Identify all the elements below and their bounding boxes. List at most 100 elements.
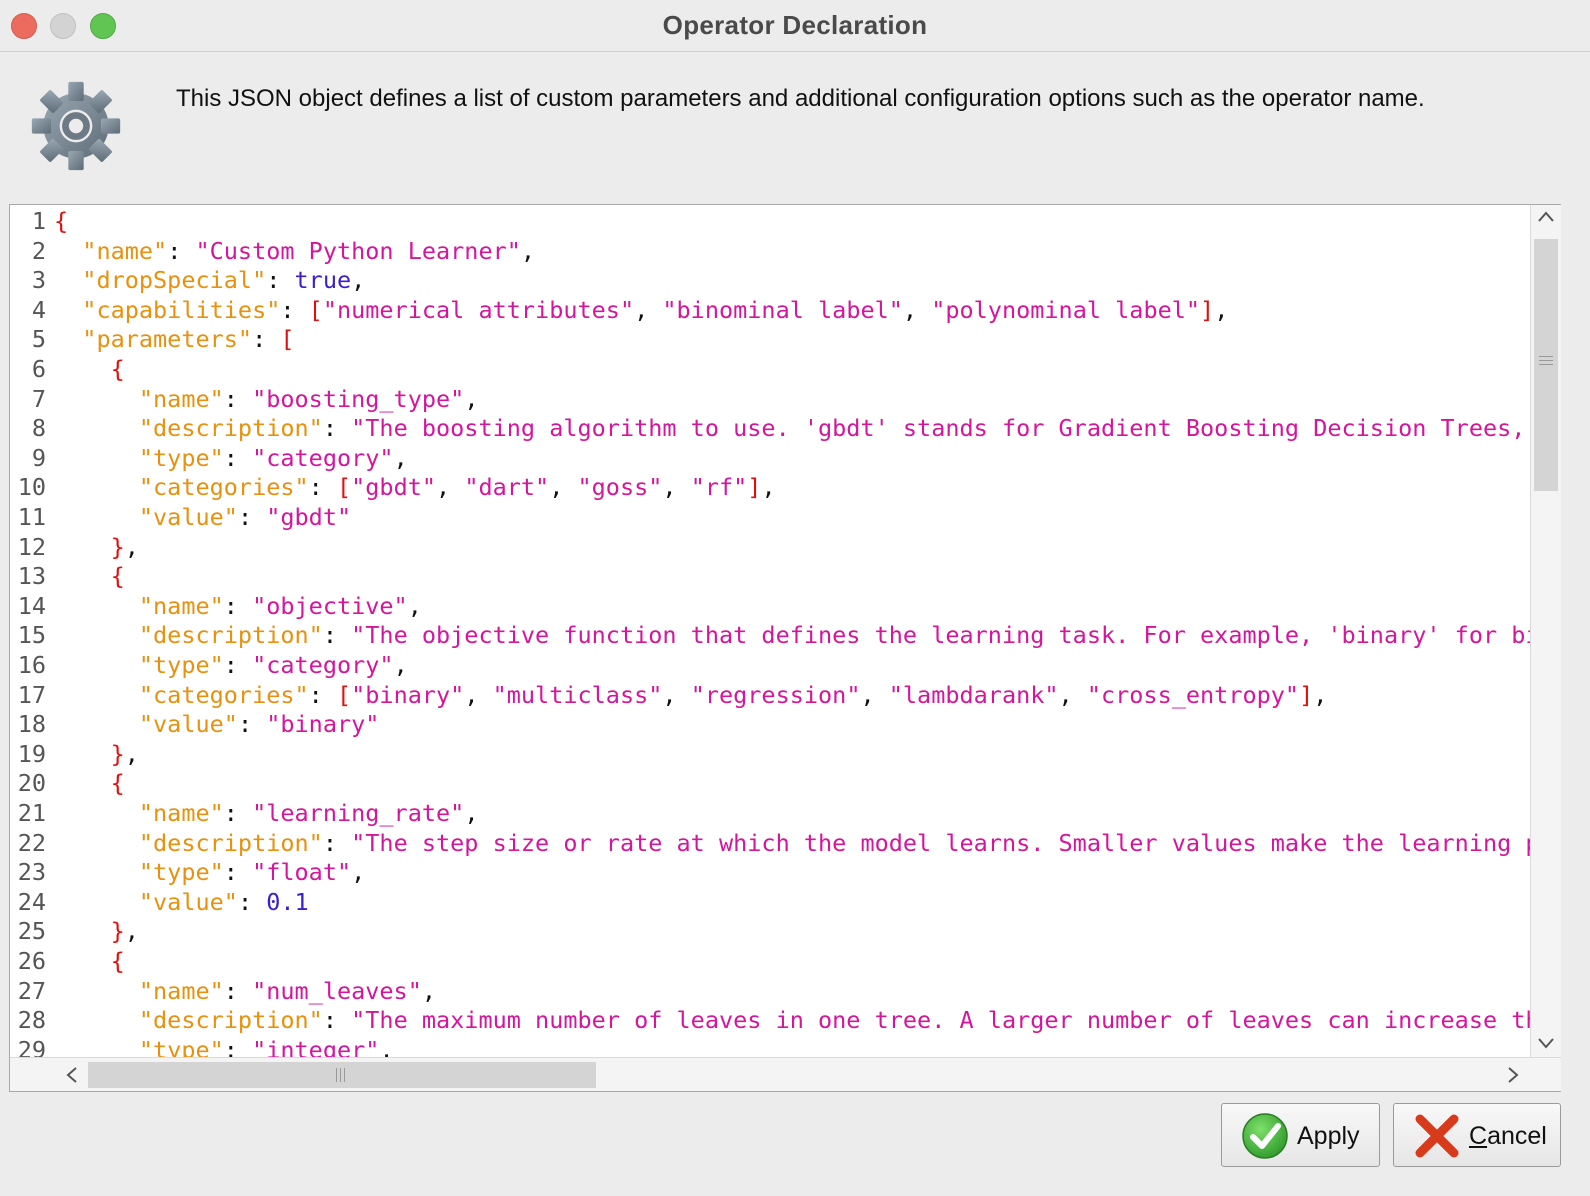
code-line[interactable]: 21 "name": "learning_rate", <box>10 798 1530 828</box>
scroll-right-icon[interactable] <box>1503 1065 1523 1091</box>
code-line[interactable]: 27 "name": "num_leaves", <box>10 976 1530 1006</box>
vertical-scroll-thumb[interactable] <box>1534 239 1558 491</box>
scroll-left-icon[interactable] <box>62 1065 82 1091</box>
close-window-button[interactable] <box>11 13 37 39</box>
line-number: 17 <box>17 680 46 709</box>
code-token: "description" <box>138 1006 323 1035</box>
code-token: , <box>634 295 663 324</box>
code-line[interactable]: 10 "categories": ["gbdt", "dart", "goss"… <box>10 472 1530 502</box>
line-number: 18 <box>17 710 46 739</box>
code-line[interactable]: 12 }, <box>10 532 1530 562</box>
code-text: { <box>54 768 125 798</box>
code-token: "Custom Python Learner" <box>195 236 521 265</box>
line-number: 28 <box>17 1006 46 1035</box>
line-number: 2 <box>31 236 46 265</box>
code-token: , <box>124 917 139 946</box>
code-token: } <box>110 917 125 946</box>
checkmark-icon <box>1242 1113 1288 1159</box>
code-token: "lambdarank" <box>888 680 1059 709</box>
horizontal-scrollbar[interactable] <box>10 1057 1561 1091</box>
code-line[interactable]: 5 "parameters": [ <box>10 324 1530 354</box>
code-token: : <box>223 384 253 413</box>
code-token: , <box>464 680 493 709</box>
code-line[interactable]: 16 "type": "category", <box>10 650 1530 680</box>
line-number: 16 <box>17 651 46 679</box>
code-text: "parameters": [ <box>54 324 295 354</box>
code-token: , <box>351 266 366 295</box>
code-token: "boosting_type" <box>252 384 465 413</box>
code-token: : <box>237 887 267 916</box>
code-line[interactable]: 15 "description": "The objective functio… <box>10 620 1530 650</box>
code-area[interactable]: 1{2 "name": "Custom Python Learner", 3 "d… <box>10 205 1530 1057</box>
code-line[interactable]: 11 "value": "gbdt" <box>10 502 1530 532</box>
code-line[interactable]: 8 "description": "The boosting algorithm… <box>10 413 1530 443</box>
code-line[interactable]: 6 { <box>10 354 1530 384</box>
code-line[interactable]: 3 "dropSpecial": true, <box>10 265 1530 295</box>
code-text: "capabilities": ["numerical attributes",… <box>54 295 1228 325</box>
code-token: [ <box>336 473 352 502</box>
horizontal-scroll-thumb[interactable] <box>88 1062 596 1088</box>
line-number: 22 <box>17 828 46 857</box>
code-token: : <box>223 976 253 1005</box>
code-token: : <box>308 473 337 502</box>
code-token: : <box>280 295 309 324</box>
code-text: "description": "The maximum number of le… <box>54 1005 1530 1035</box>
code-token: "description" <box>138 414 323 443</box>
code-token: "numerical attributes" <box>322 295 635 324</box>
vertical-scrollbar[interactable] <box>1530 205 1561 1057</box>
code-token: , <box>1214 295 1229 324</box>
code-line[interactable]: 23 "type": "float", <box>10 857 1530 887</box>
code-line[interactable]: 14 "name": "objective", <box>10 591 1530 621</box>
code-token: [ <box>280 325 295 354</box>
code-token: : <box>266 266 295 295</box>
minimize-window-button[interactable] <box>50 13 76 39</box>
code-token: "name" <box>138 799 224 827</box>
code-line[interactable]: 1{ <box>10 206 1530 236</box>
code-token: , <box>124 739 139 768</box>
code-token: : <box>237 503 267 531</box>
code-token: "parameters" <box>82 325 253 354</box>
code-line[interactable]: 20 { <box>10 768 1530 798</box>
code-token: , <box>902 295 932 324</box>
line-number: 15 <box>17 621 46 650</box>
code-token: : <box>322 414 352 443</box>
code-line[interactable]: 7 "name": "boosting_type", <box>10 384 1530 414</box>
code-text: }, <box>54 739 139 769</box>
code-text: "name": "learning_rate", <box>54 798 479 828</box>
code-line[interactable]: 2 "name": "Custom Python Learner", <box>10 236 1530 266</box>
code-token: "name" <box>138 384 224 413</box>
maximize-window-button[interactable] <box>90 13 116 39</box>
apply-button[interactable]: Apply <box>1221 1103 1380 1167</box>
code-line[interactable]: 4 "capabilities": ["numerical attributes… <box>10 295 1530 325</box>
code-token: "categories" <box>138 680 309 709</box>
code-line[interactable]: 18 "value": "binary" <box>10 709 1530 739</box>
code-line[interactable]: 26 { <box>10 946 1530 976</box>
code-line[interactable]: 24 "value": 0.1 <box>10 887 1530 917</box>
scroll-up-icon[interactable] <box>1536 207 1556 233</box>
code-line[interactable]: 13 { <box>10 561 1530 591</box>
scroll-down-icon[interactable] <box>1536 1033 1556 1059</box>
code-line[interactable]: 9 "type": "category", <box>10 443 1530 473</box>
code-line[interactable]: 29 "type": "integer", <box>10 1035 1530 1057</box>
code-token: "gbdt" <box>266 503 352 531</box>
code-token: 0.1 <box>266 887 309 916</box>
line-number: 8 <box>31 414 46 443</box>
code-line[interactable]: 22 "description": "The step size or rate… <box>10 828 1530 858</box>
json-editor[interactable]: 1{2 "name": "Custom Python Learner", 3 "d… <box>9 204 1561 1092</box>
code-line[interactable]: 19 }, <box>10 739 1530 769</box>
code-line[interactable]: 25 }, <box>10 916 1530 946</box>
cancel-button[interactable]: Cancel <box>1393 1103 1561 1167</box>
code-token: , <box>379 1035 394 1057</box>
code-token: , <box>1313 680 1328 709</box>
line-number: 7 <box>31 384 46 413</box>
code-line[interactable]: 28 "description": "The maximum number of… <box>10 1005 1530 1035</box>
code-line[interactable]: 17 "categories": ["binary", "multiclass"… <box>10 680 1530 710</box>
